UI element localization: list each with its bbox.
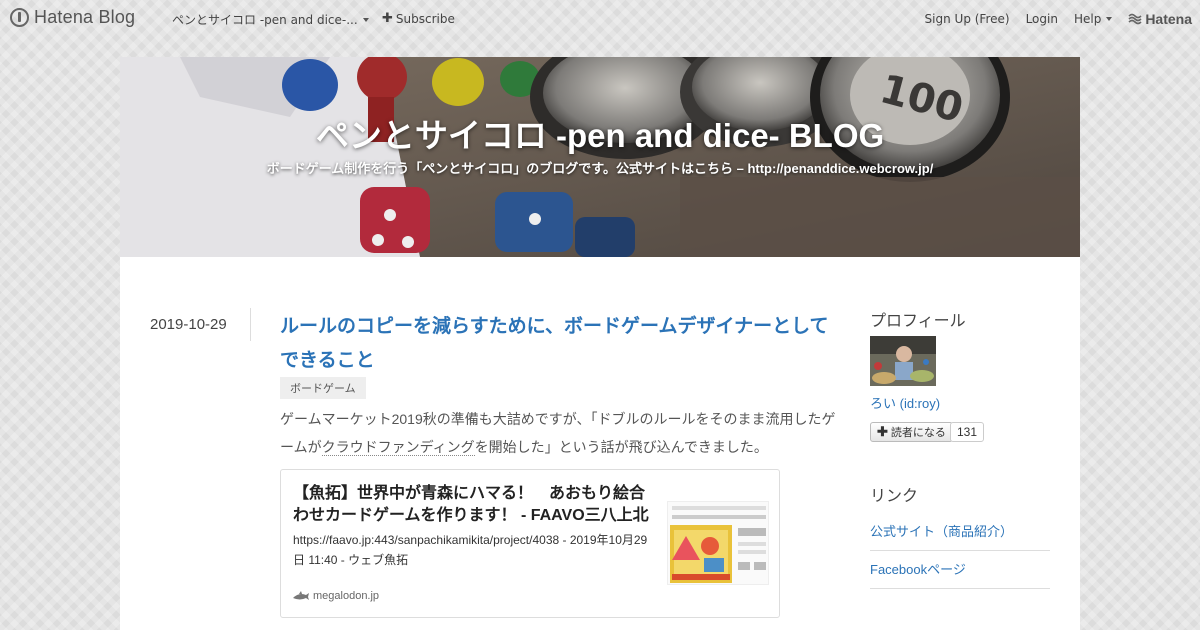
embed-thumbnail[interactable] [667,501,769,585]
caret-down-icon [1106,17,1113,21]
blog-title[interactable]: ペンとサイコロ -pen and dice- BLOG [120,109,1080,157]
signup-link[interactable]: Sign Up (Free) [925,12,1010,26]
plus-icon: ✚ [877,424,888,439]
help-label: Help [1073,12,1102,26]
avatar-image [870,336,936,386]
subscribe-label: Subscribe [395,11,455,26]
hatena-link[interactable]: Hatena [1128,11,1192,27]
main-content: 2019-10-29 ルールのコピーを減らすために、ボードゲームデザイナーとして… [120,257,1080,630]
link-official-site[interactable]: 公式サイト（商品紹介） [870,521,1050,551]
crowdfunding-keyword-link[interactable]: クラウドファンディング [321,439,475,456]
logo-text: Hatena Blog [34,7,136,27]
embed-thumbnail-image [668,502,768,584]
links-heading: リンク [870,488,919,505]
blog-menu-dropdown[interactable]: ペンとサイコロ -pen and dice-... [172,11,369,28]
plus-icon: ✚ [382,11,393,26]
login-link[interactable]: Login [1026,12,1058,26]
link-facebook-page[interactable]: Facebookページ [870,559,1050,589]
blog-menu-label: ペンとサイコロ -pen and dice-... [172,13,358,27]
global-header: Hatena Blog ペンとサイコロ -pen and dice-... ✚ … [0,0,1200,36]
entry-date[interactable]: 2019-10-29 [150,316,227,333]
reader-count[interactable]: 131 [950,422,985,442]
global-header-right: Sign Up (Free) Login Help Hatena [909,11,1192,27]
embed-card[interactable]: 【魚拓】世界中が青森にハマる！ あおもり絵合わせカードゲームを作ります！ - F… [280,469,780,618]
subscribe-button[interactable]: ✚ Subscribe [382,11,455,26]
caret-down-icon [362,17,369,22]
embed-site[interactable]: megalodon.jp [293,590,379,602]
avatar[interactable] [870,336,936,386]
profile-user-link[interactable]: ろい (id:roy) [870,393,940,412]
header-photo: 100 [120,57,1080,257]
hatena-label: Hatena [1145,11,1192,27]
hatena-blog-logo[interactable]: Hatena Blog [10,7,135,28]
blog-description: ボードゲーム制作を行う「ペンとサイコロ」のブログです。公式サイトはこちら – h… [266,161,934,176]
blog-header-banner: 100 ペンとサイコロ -pen and dice- BLOG ボードゲーム制作… [120,57,1080,257]
embed-title[interactable]: 【魚拓】世界中が青森にハマる！ あおもり絵合わせカードゲームを作ります！ - F… [293,483,658,527]
entry-category[interactable]: ボードゲーム [280,377,366,399]
subscribe-reader-button[interactable]: ✚ 読者になる [870,422,953,442]
reader-button-label: 読者になる [890,427,946,439]
entry-body: ゲームマーケット2019秋の準備も大詰めですが、「ドブルのルールをそのまま流用し… [280,405,840,461]
hatena-logo-icon [10,8,29,27]
entry-body-text: を開始した」という話が飛び込んできました。 [474,439,768,455]
embed-description: https://faavo.jp:443/sanpachikamikita/pr… [293,533,648,567]
help-menu[interactable]: Help [1073,12,1113,26]
profile-heading: プロフィール [870,313,966,330]
date-divider [250,308,251,341]
shark-icon [293,591,309,600]
entry-title[interactable]: ルールのコピーを減らすために、ボードゲームデザイナーとしてできること [280,310,840,378]
embed-site-label: megalodon.jp [313,590,380,602]
hatena-wave-icon [1128,13,1142,25]
